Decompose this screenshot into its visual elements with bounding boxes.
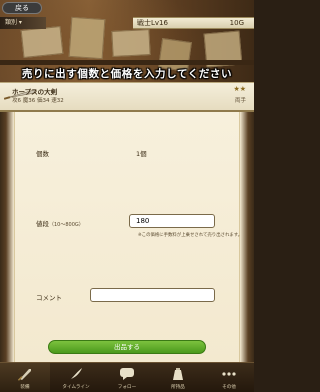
nav-label: 装備 xyxy=(20,385,30,390)
item-info-bar: ホープスの大剣 攻6 魔36 価34 速32 ★★ 両手 xyxy=(0,82,254,112)
item-stats: 攻6 魔36 価34 速32 xyxy=(12,98,64,104)
comment-input[interactable] xyxy=(90,288,215,302)
nav-follow[interactable]: フォロー xyxy=(102,363,152,392)
item-name: ホープスの大剣 xyxy=(12,88,58,96)
quantity-label: 個数 xyxy=(36,150,49,158)
list-item-button[interactable]: 出品する xyxy=(48,340,206,354)
nav-inventory[interactable]: 所持品 xyxy=(153,363,203,392)
category-tab[interactable]: 類別 ▾ xyxy=(0,17,46,29)
wall-poster xyxy=(20,25,64,59)
quill-icon xyxy=(70,368,82,380)
price-note: ※この価格に手数料が上乗せされて売り出されます。 xyxy=(138,233,243,238)
sword-icon xyxy=(17,369,31,381)
more-icon xyxy=(222,372,236,376)
player-job-level: 戦士Lv16 xyxy=(137,19,168,27)
bag-icon xyxy=(173,368,183,380)
item-type: 両手 xyxy=(234,98,246,104)
nav-timeline[interactable]: タイムライン xyxy=(51,363,101,392)
bottom-nav: 装備 タイムライン フォロー 所持品 その他 xyxy=(0,362,254,392)
price-input[interactable]: 180 xyxy=(129,214,215,228)
chat-icon xyxy=(120,368,134,380)
price-label: 値段（10～800G） xyxy=(36,218,84,228)
price-range: （10～800G） xyxy=(49,222,84,228)
quantity-value: 1個 xyxy=(136,150,147,158)
nav-label: その他 xyxy=(222,385,236,390)
wall-poster xyxy=(111,29,151,57)
nav-equipment[interactable]: 装備 xyxy=(0,363,50,392)
nav-more[interactable]: その他 xyxy=(204,363,254,392)
price-label-text: 値段 xyxy=(36,220,49,228)
item-rarity: ★★ xyxy=(233,85,246,93)
comment-label: コメント xyxy=(36,294,62,302)
instruction-banner: 売りに出す個数と価格を入力してください xyxy=(21,68,233,80)
back-button[interactable]: 戻る xyxy=(2,2,42,14)
nav-label: タイムライン xyxy=(62,385,90,390)
wall-poster xyxy=(68,16,106,60)
wall-shelf xyxy=(0,60,254,65)
nav-label: フォロー xyxy=(117,385,137,390)
gold-amount: 10G xyxy=(229,19,244,27)
nav-label: 所持品 xyxy=(171,385,185,390)
status-bar: 戦士Lv16 10G xyxy=(133,17,254,29)
